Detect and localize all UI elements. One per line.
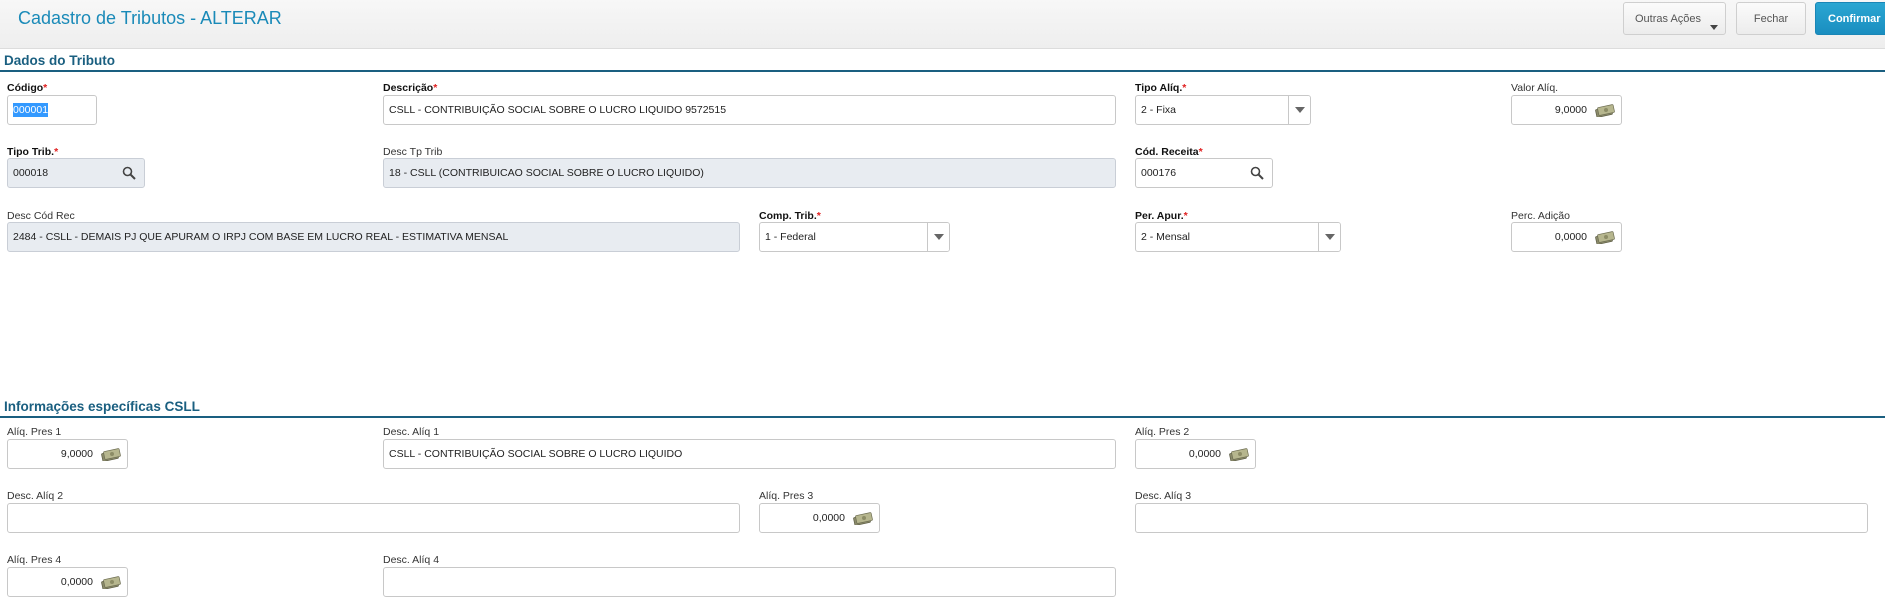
codigo-value: 000001	[13, 103, 49, 117]
comp-trib-select[interactable]: 1 - Federal	[759, 222, 950, 252]
aliq-pres-3-value: 0,0000	[812, 512, 845, 524]
tipo-aliq-value: 2 - Fixa	[1141, 104, 1177, 116]
valor-aliq-value: 9,0000	[1554, 104, 1587, 116]
section-title: Informações específicas CSLL	[4, 399, 200, 414]
aliq-pres-1-field[interactable]: 9,0000	[7, 439, 128, 469]
comp-trib-value: 1 - Federal	[765, 231, 816, 243]
desc-aliq-3-label: Desc. Alíq 3	[1135, 490, 1192, 502]
section-title: Dados do Tributo	[4, 53, 115, 68]
cod-receita-label: Cód. Receita*	[1135, 146, 1203, 158]
perc-adicao-label: Perc. Adição	[1511, 210, 1570, 222]
per-apur-value: 2 - Mensal	[1141, 231, 1191, 243]
desc-aliq-1-value: CSLL - CONTRIBUIÇÃO SOCIAL SOBRE O LUCRO…	[389, 448, 683, 460]
aliq-pres-1-label: Alíq. Pres 1	[7, 426, 62, 438]
descricao-label: Descrição*	[383, 82, 438, 94]
chevron-down-icon	[1710, 25, 1718, 30]
aliq-pres-4-value: 0,0000	[60, 576, 93, 588]
desc-tp-trib-label: Desc Tp Trib	[383, 146, 443, 158]
aliq-pres-3-field[interactable]: 0,0000	[759, 503, 880, 533]
section-dados-tributo: Dados do Tributo	[0, 50, 1885, 72]
chevron-down-icon[interactable]	[1318, 223, 1340, 251]
tipo-trib-field[interactable]: 000018	[7, 158, 145, 188]
chevron-down-icon[interactable]	[927, 223, 949, 251]
codigo-label: Código*	[7, 82, 48, 94]
search-icon[interactable]	[122, 166, 136, 180]
desc-cod-rec-value: 2484 - CSLL - DEMAIS PJ QUE APURAM O IRP…	[13, 231, 509, 243]
tipo-trib-value: 000018	[13, 167, 49, 179]
chevron-down-icon[interactable]	[1288, 96, 1310, 124]
valor-aliq-label: Valor Alíq.	[1511, 82, 1559, 94]
descricao-field[interactable]: CSLL - CONTRIBUIÇÃO SOCIAL SOBRE O LUCRO…	[383, 95, 1116, 125]
desc-aliq-4-label: Desc. Alíq 4	[383, 554, 440, 566]
tipo-trib-label: Tipo Trib.*	[7, 146, 59, 158]
page-title: Cadastro de Tributos - ALTERAR	[18, 8, 282, 28]
perc-adicao-value: 0,0000	[1554, 231, 1587, 243]
per-apur-label: Per. Apur.*	[1135, 210, 1188, 222]
tipo-aliq-select[interactable]: 2 - Fixa	[1135, 95, 1311, 125]
desc-cod-rec-label: Desc Cód Rec	[7, 210, 75, 222]
money-icon[interactable]	[1229, 448, 1249, 461]
section-informacoes-csll: Informações específicas CSLL	[0, 396, 1885, 418]
aliq-pres-2-field[interactable]: 0,0000	[1135, 439, 1256, 469]
descricao-value: CSLL - CONTRIBUIÇÃO SOCIAL SOBRE O LUCRO…	[389, 104, 727, 116]
money-icon[interactable]	[101, 576, 121, 589]
aliq-pres-1-value: 9,0000	[60, 448, 93, 460]
desc-aliq-2-field[interactable]	[7, 503, 740, 533]
confirmar-button[interactable]: Confirmar	[1815, 2, 1885, 35]
desc-aliq-1-field[interactable]: CSLL - CONTRIBUIÇÃO SOCIAL SOBRE O LUCRO…	[383, 439, 1116, 469]
money-icon[interactable]	[1595, 231, 1615, 244]
outras-acoes-button[interactable]: Outras Ações	[1623, 2, 1726, 35]
aliq-pres-4-field[interactable]: 0,0000	[7, 567, 128, 597]
cod-receita-field[interactable]: 000176	[1135, 158, 1273, 188]
aliq-pres-2-value: 0,0000	[1188, 448, 1221, 460]
per-apur-select[interactable]: 2 - Mensal	[1135, 222, 1341, 252]
aliq-pres-2-label: Alíq. Pres 2	[1135, 426, 1190, 438]
desc-aliq-2-label: Desc. Alíq 2	[7, 490, 64, 502]
perc-adicao-field[interactable]: 0,0000	[1511, 222, 1622, 252]
fechar-button[interactable]: Fechar	[1736, 2, 1806, 35]
search-icon[interactable]	[1250, 166, 1264, 180]
desc-aliq-4-field[interactable]	[383, 567, 1116, 597]
valor-aliq-field[interactable]: 9,0000	[1511, 95, 1622, 125]
aliq-pres-4-label: Alíq. Pres 4	[7, 554, 62, 566]
money-icon[interactable]	[101, 448, 121, 461]
outras-acoes-label: Outras Ações	[1635, 12, 1702, 25]
desc-tp-trib-field: 18 - CSLL (CONTRIBUICAO SOCIAL SOBRE O L…	[383, 158, 1116, 188]
desc-aliq-3-field[interactable]	[1135, 503, 1868, 533]
desc-tp-trib-value: 18 - CSLL (CONTRIBUICAO SOCIAL SOBRE O L…	[389, 167, 704, 179]
aliq-pres-3-label: Alíq. Pres 3	[759, 490, 814, 502]
desc-cod-rec-field: 2484 - CSLL - DEMAIS PJ QUE APURAM O IRP…	[7, 222, 740, 252]
money-icon[interactable]	[853, 512, 873, 525]
cod-receita-value: 000176	[1141, 167, 1177, 179]
tipo-aliq-label: Tipo Alíq.*	[1135, 82, 1187, 94]
comp-trib-label: Comp. Trib.*	[759, 210, 821, 222]
top-bar: Cadastro de Tributos - ALTERAR Outras Aç…	[0, 0, 1885, 49]
desc-aliq-1-label: Desc. Alíq 1	[383, 426, 440, 438]
codigo-field[interactable]: 000001	[7, 95, 97, 125]
money-icon[interactable]	[1595, 104, 1615, 117]
